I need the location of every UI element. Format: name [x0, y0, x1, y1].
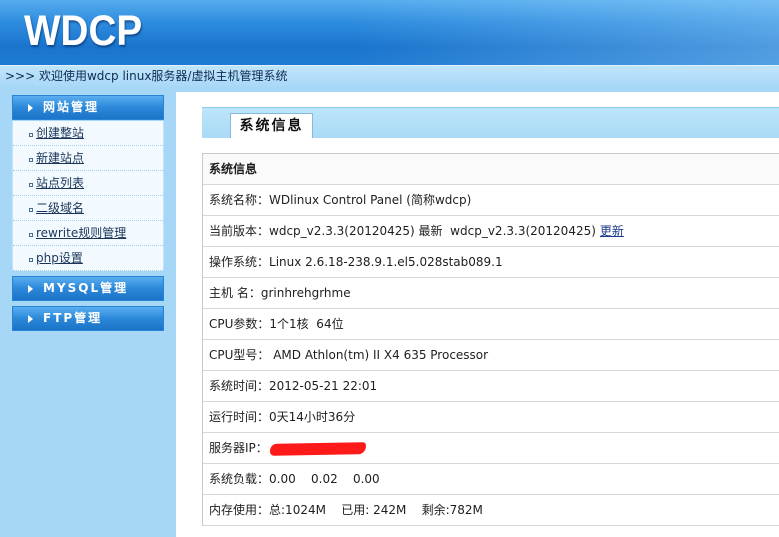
- row-value: Linux 2.6.18-238.9.1.el5.028stab089.1: [269, 255, 503, 269]
- table-row-system-time: 系统时间：2012-05-21 22:01: [203, 371, 779, 402]
- row-label: CPU型号：: [209, 348, 270, 362]
- bullet-icon: [29, 258, 33, 262]
- welcome-text: >>> 欢迎使用wdcp linux服务器/虚拟主机管理系统: [5, 69, 288, 83]
- app-header: WDCP: [0, 0, 779, 65]
- row-label: 系统负载：: [209, 472, 270, 486]
- table-row-load: 系统负载：0.00 0.02 0.00: [203, 464, 779, 495]
- bullet-icon: [29, 183, 33, 187]
- system-info-table: 系统信息 系统名称：WDlinux Control Panel (简称wdcp)…: [202, 153, 779, 526]
- tab-label: 系统信息: [239, 118, 304, 134]
- arrow-right-icon: [28, 104, 33, 112]
- menu-item-php-settings[interactable]: php设置: [13, 246, 163, 271]
- row-label: 当前版本：: [209, 224, 270, 238]
- website-menu-items: 创建整站 新建站点 站点列表 二级域名 rewrite规则管理 php设置: [12, 121, 164, 271]
- row-label: 服务器IP：: [209, 441, 268, 455]
- row-label: 操作系统：: [209, 255, 270, 269]
- menu-item-label[interactable]: 创建整站: [36, 121, 84, 146]
- bullet-icon: [29, 208, 33, 212]
- row-value: 1个1核 64位: [269, 317, 344, 331]
- row-value: AMD Athlon(tm) II X4 635 Processor: [269, 348, 489, 362]
- welcome-bar: >>> 欢迎使用wdcp linux服务器/虚拟主机管理系统: [0, 65, 779, 87]
- row-label: 系统时间：: [209, 379, 270, 393]
- menu-item-rewrite-rules[interactable]: rewrite规则管理: [13, 221, 163, 246]
- wdcp-logo: WDCP: [24, 7, 143, 55]
- menu-item-label[interactable]: php设置: [36, 246, 83, 271]
- tab-bar: 系统信息: [202, 107, 779, 138]
- menu-group-title: FTP管理: [43, 311, 103, 325]
- row-value: 总:1024M 已用: 242M 剩余:782M: [269, 503, 483, 517]
- menu-item-label[interactable]: 站点列表: [36, 171, 84, 196]
- table-row-cpu-model: CPU型号： AMD Athlon(tm) II X4 635 Processo…: [203, 340, 779, 371]
- row-value: 0.00 0.02 0.00: [269, 472, 380, 486]
- tab-system-info[interactable]: 系统信息: [230, 113, 313, 138]
- menu-item-label[interactable]: rewrite规则管理: [36, 221, 126, 246]
- row-label: 内存使用：: [209, 503, 270, 517]
- bullet-icon: [29, 233, 33, 237]
- menu-item-new-site[interactable]: 新建站点: [13, 146, 163, 171]
- menu-item-label[interactable]: 新建站点: [36, 146, 84, 171]
- menu-group-ftp[interactable]: FTP管理: [12, 306, 164, 331]
- menu-item-create-full-site[interactable]: 创建整站: [13, 121, 163, 146]
- menu-group-mysql[interactable]: MYSQL管理: [12, 276, 164, 301]
- row-label: 主机 名：: [209, 286, 261, 300]
- row-label: 运行时间：: [209, 410, 270, 424]
- menu-item-site-list[interactable]: 站点列表: [13, 171, 163, 196]
- table-header: 系统信息: [203, 154, 779, 185]
- menu-group-website[interactable]: 网站管理: [12, 95, 164, 120]
- table-row-system-name: 系统名称：WDlinux Control Panel (简称wdcp): [203, 185, 779, 216]
- table-row-version: 当前版本：wdcp_v2.3.3(20120425) 最新 wdcp_v2.3.…: [203, 216, 779, 247]
- row-value: grinhrehgrhme: [260, 286, 351, 300]
- bullet-icon: [29, 133, 33, 137]
- bullet-icon: [29, 158, 33, 162]
- table-row-uptime: 运行时间：0天14小时36分: [203, 402, 779, 433]
- row-value: wdcp_v2.3.3(20120425) 最新 wdcp_v2.3.3(201…: [269, 224, 596, 238]
- menu-group-title: 网站管理: [43, 100, 100, 114]
- menu-item-subdomain[interactable]: 二级域名: [13, 196, 163, 221]
- arrow-right-icon: [28, 315, 33, 323]
- arrow-right-icon: [28, 285, 33, 293]
- content-panel: 系统信息 系统信息 系统名称：WDlinux Control Panel (简称…: [176, 92, 779, 537]
- table-row-hostname: 主机 名：grinhrehgrhme: [203, 278, 779, 309]
- row-value: WDlinux Control Panel (简称wdcp): [269, 193, 472, 207]
- sidebar: 网站管理 创建整站 新建站点 站点列表 二级域名 rewrite规则管理 php…: [0, 87, 176, 537]
- row-label: 系统名称：: [209, 193, 270, 207]
- menu-group-title: MYSQL管理: [43, 281, 129, 295]
- table-title: 系统信息: [209, 162, 258, 176]
- table-row-server-ip: 服务器IP：: [203, 433, 779, 464]
- table-row-os: 操作系统：Linux 2.6.18-238.9.1.el5.028stab089…: [203, 247, 779, 278]
- row-label: CPU参数：: [209, 317, 270, 331]
- row-value: 0天14小时36分: [269, 410, 356, 424]
- redaction-mark: [269, 441, 366, 456]
- update-link[interactable]: 更新: [600, 224, 624, 238]
- menu-item-label[interactable]: 二级域名: [36, 196, 84, 221]
- table-row-cpu-params: CPU参数：1个1核 64位: [203, 309, 779, 340]
- table-row-memory: 内存使用：总:1024M 已用: 242M 剩余:782M: [203, 495, 779, 526]
- row-value: 2012-05-21 22:01: [269, 379, 378, 393]
